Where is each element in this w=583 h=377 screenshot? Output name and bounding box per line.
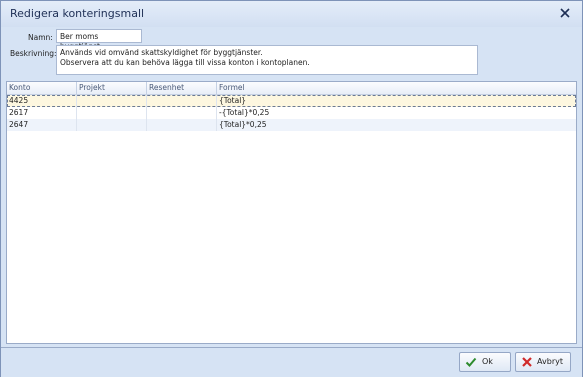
table-row[interactable]: 2617 -{Total}*0,25 [7, 107, 576, 119]
grid-header: Konto Projekt Resenhet Formel [7, 82, 576, 95]
cell-konto[interactable]: 4425 [7, 95, 77, 107]
header-projekt[interactable]: Projekt [77, 82, 147, 94]
cancel-label: Avbryt [537, 357, 563, 366]
account-grid[interactable]: Konto Projekt Resenhet Formel 4425 {Tota… [6, 81, 577, 344]
description-line-1: Används vid omvänd skattskyldighet för b… [60, 48, 263, 57]
ok-button[interactable]: Ok [459, 352, 511, 372]
checkmark-icon [465, 357, 477, 367]
dialog-window: Redigera konteringsmall Namn: Ber moms b… [0, 0, 583, 377]
cancel-button[interactable]: Avbryt [515, 352, 571, 372]
table-row[interactable]: 4425 {Total} [7, 95, 576, 107]
cell-konto[interactable]: 2617 [7, 107, 77, 119]
cell-resenhet[interactable] [147, 107, 217, 119]
cell-projekt[interactable] [77, 95, 147, 107]
cell-formel[interactable]: {Total}*0,25 [217, 119, 576, 131]
window-title: Redigera konteringsmall [10, 7, 145, 20]
description-label: Beskrivning: [10, 49, 57, 58]
header-resenhet[interactable]: Resenhet [147, 82, 217, 94]
cell-projekt[interactable] [77, 107, 147, 119]
header-konto[interactable]: Konto [7, 82, 77, 94]
dialog-footer: Ok Avbryt [1, 347, 582, 377]
title-bar[interactable]: Redigera konteringsmall [1, 1, 582, 27]
cell-formel[interactable]: -{Total}*0,25 [217, 107, 576, 119]
cell-projekt[interactable] [77, 119, 147, 131]
description-line-2: Observera att du kan behöva lägga till v… [60, 57, 310, 67]
close-icon[interactable] [558, 6, 572, 20]
header-formel[interactable]: Formel [217, 82, 576, 94]
name-label: Namn: [28, 33, 53, 42]
red-x-icon [522, 357, 532, 367]
cell-resenhet[interactable] [147, 95, 217, 107]
description-textarea[interactable]: Används vid omvänd skattskyldighet för b… [56, 45, 478, 75]
ok-label: Ok [482, 357, 493, 366]
cell-formel[interactable]: {Total} [217, 95, 566, 107]
name-input[interactable]: Ber moms byggtjänst [56, 29, 142, 51]
cell-resenhet[interactable] [147, 119, 217, 131]
cell-konto[interactable]: 2647 [7, 119, 77, 131]
table-row[interactable]: 2647 {Total}*0,25 [7, 119, 576, 131]
